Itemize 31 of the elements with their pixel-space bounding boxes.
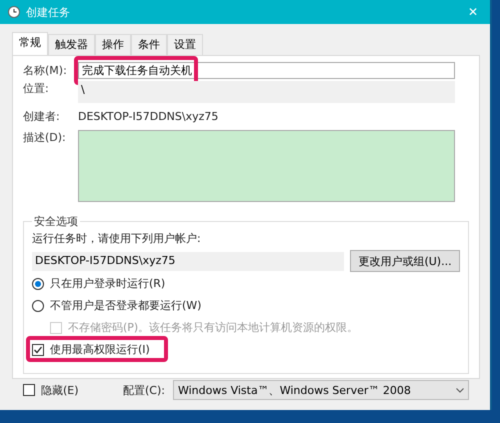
group-title: 安全选项	[33, 214, 79, 229]
description-field[interactable]	[78, 130, 455, 202]
clock-icon	[8, 6, 20, 18]
checkbox[interactable]	[23, 384, 35, 396]
tab[interactable]: 触发器	[48, 34, 95, 55]
config-dropdown[interactable]: Windows Vista™、Windows Server™ 2008	[172, 380, 469, 400]
option-label: 使用最高权限运行(I)	[50, 342, 150, 357]
radio-button[interactable]	[32, 300, 44, 312]
location-field: \	[78, 81, 455, 103]
radio-button[interactable]	[32, 278, 44, 290]
tab[interactable]: 常规	[12, 32, 48, 55]
field-label: 位置:	[23, 81, 50, 96]
field-label: 描述(D):	[23, 130, 67, 145]
option-label: 不管用户是否登录都要运行(W)	[50, 298, 202, 313]
option-label: 只在用户登录时运行(R)	[50, 276, 166, 291]
tab[interactable]: 操作	[95, 34, 131, 55]
chevron-icon	[456, 388, 464, 392]
name-field[interactable]: 完成下载任务自动关机	[78, 62, 455, 79]
account-prompt: 运行任务时，请使用下列用户帐户:	[32, 231, 201, 246]
window-title: 创建任务	[26, 4, 71, 20]
tab[interactable]: 设置	[167, 34, 203, 55]
checkbox[interactable]	[32, 344, 44, 356]
option-label: 隐藏(E)	[41, 382, 79, 398]
tab[interactable]: 条件	[131, 34, 167, 55]
field-label: 配置(C):	[123, 382, 165, 398]
field-label: 名称(M):	[23, 63, 68, 78]
field-label: 创建者:	[23, 109, 61, 124]
author-value: DESKTOP-I57DDNS\xyz75	[78, 110, 218, 123]
account-field: DESKTOP-I57DDNS\xyz75	[32, 252, 344, 270]
change-user-button[interactable]: 更改用户或组(U)...	[350, 250, 460, 272]
option-label: 不存储密码(P)。该任务将只有访问本地计算机资源的权限。	[68, 320, 358, 335]
